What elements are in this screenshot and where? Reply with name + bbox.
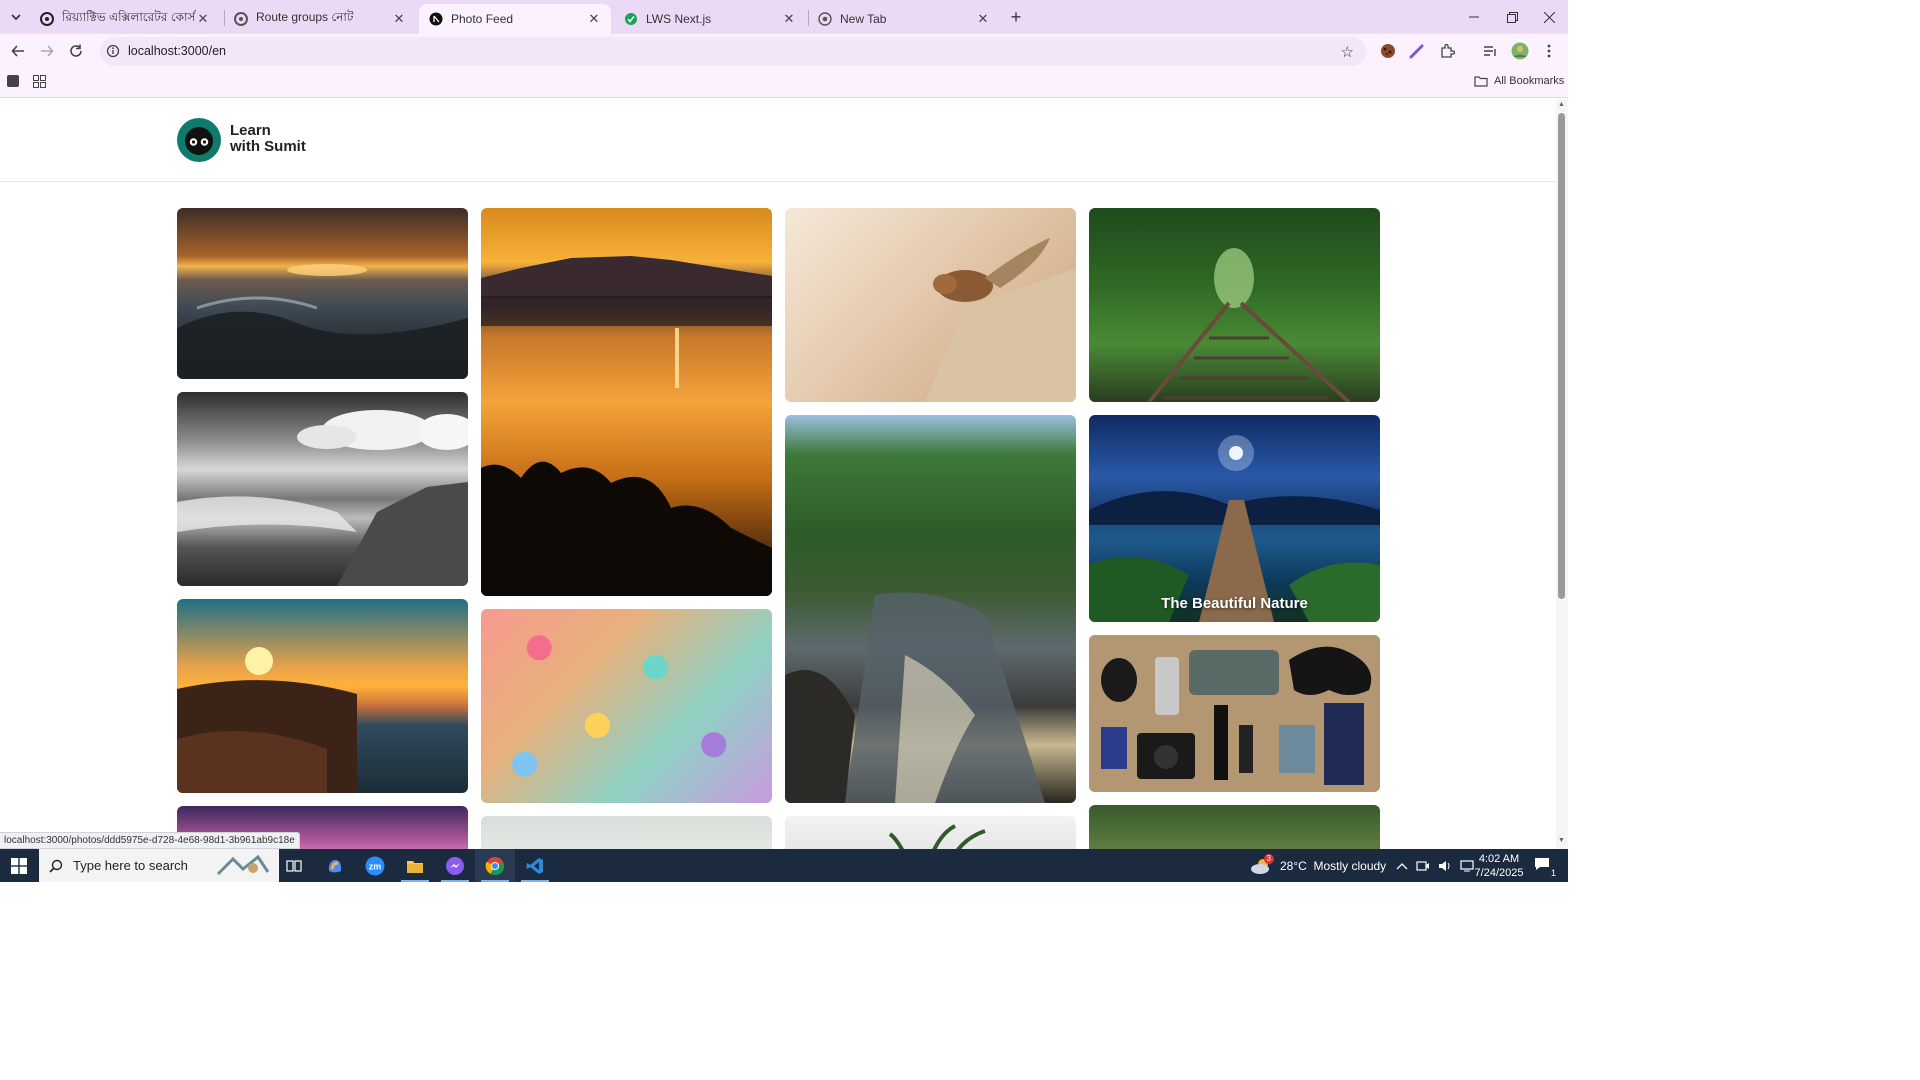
scrollbar-thumb[interactable] bbox=[1558, 113, 1565, 599]
all-bookmarks-label: All Bookmarks bbox=[1494, 75, 1565, 87]
photo-green-blur[interactable] bbox=[1089, 805, 1380, 849]
restore-icon[interactable] bbox=[1500, 6, 1524, 28]
photo-moonlit-pier[interactable]: The Beautiful Nature bbox=[1089, 415, 1380, 622]
tab-title: New Tab bbox=[840, 12, 887, 26]
tab-course[interactable]: রিয়্যাক্টিভ এক্সিলারেটর কোর্স লেসন ✕ bbox=[30, 4, 220, 34]
task-view-icon[interactable] bbox=[274, 849, 314, 882]
notifications-button[interactable]: 1 bbox=[1534, 849, 1556, 882]
clock-time: 4:02 AM bbox=[1478, 853, 1520, 865]
all-bookmarks-button[interactable]: All Bookmarks bbox=[1474, 75, 1564, 87]
lws-favicon-icon bbox=[234, 12, 248, 26]
search-highlight-illustration-icon bbox=[216, 854, 270, 875]
apps-grid-icon[interactable] bbox=[33, 75, 47, 89]
zoom-app-icon[interactable]: zm bbox=[355, 849, 395, 882]
status-url-bubble: localhost:3000/photos/ddd5975e-d728-4e68… bbox=[0, 832, 300, 849]
extensions-puzzle-icon[interactable] bbox=[1438, 42, 1456, 60]
tab-route-groups[interactable]: Route groups নোট ✕ bbox=[224, 4, 416, 34]
tab-title: Photo Feed bbox=[451, 12, 514, 26]
browser-toolbar: localhost:3000/en ☆ bbox=[0, 34, 1568, 68]
close-icon[interactable]: ✕ bbox=[392, 11, 406, 26]
photo-river-forest[interactable] bbox=[785, 415, 1076, 803]
lws-favicon-icon bbox=[40, 12, 54, 26]
taskbar-search-box[interactable]: Type here to search bbox=[39, 849, 279, 882]
weather-widget[interactable]: 3 28°C Mostly cloudy bbox=[1250, 849, 1386, 882]
page-scrollbar[interactable]: ▲ ▼ bbox=[1556, 99, 1568, 849]
close-icon[interactable]: ✕ bbox=[196, 11, 210, 26]
forward-arrow-icon[interactable] bbox=[37, 41, 57, 61]
close-window-icon[interactable] bbox=[1537, 6, 1561, 28]
photo-chipmunk[interactable] bbox=[785, 208, 1076, 402]
nextjs-favicon-icon bbox=[429, 12, 443, 26]
close-icon[interactable]: ✕ bbox=[782, 11, 796, 26]
photo-sunset-rocky-shore[interactable] bbox=[177, 208, 468, 379]
meet-now-icon[interactable] bbox=[1416, 859, 1430, 873]
bookmark-star-icon[interactable]: ☆ bbox=[1341, 43, 1354, 61]
chrome-taskbar-icon[interactable] bbox=[475, 849, 515, 882]
scroll-up-arrow-icon[interactable]: ▲ bbox=[1558, 101, 1565, 108]
scroll-down-arrow-icon[interactable]: ▼ bbox=[1558, 837, 1565, 844]
chrome-favicon-icon bbox=[818, 12, 832, 26]
folder-icon bbox=[1474, 76, 1488, 87]
minimize-icon[interactable] bbox=[1462, 6, 1486, 28]
volume-icon[interactable] bbox=[1438, 859, 1452, 873]
kebab-menu-icon[interactable] bbox=[1540, 42, 1558, 60]
new-tab-plus-icon[interactable]: + bbox=[1006, 7, 1026, 27]
photo-caption: The Beautiful Nature bbox=[1161, 595, 1308, 612]
photo-lake-sunset[interactable] bbox=[481, 208, 772, 596]
cookie-extension-icon[interactable] bbox=[1379, 42, 1397, 60]
tab-groups-icon[interactable] bbox=[7, 75, 21, 89]
tab-title: রিয়্যাক্টিভ এক্সিলারেটর কোর্স লেসন bbox=[62, 10, 196, 24]
back-arrow-icon[interactable] bbox=[8, 41, 28, 61]
clock-date: 7/24/2025 bbox=[1474, 867, 1524, 879]
tab-title: LWS Next.js bbox=[646, 12, 712, 26]
tab-photo-feed[interactable]: Photo Feed ✕ bbox=[419, 4, 611, 34]
photo-bw-seascape[interactable] bbox=[177, 392, 468, 586]
logo-line-2: with Sumit bbox=[230, 138, 306, 155]
pen-extension-icon[interactable] bbox=[1408, 42, 1426, 60]
tab-title: Route groups নোট bbox=[256, 10, 354, 24]
file-explorer-icon[interactable] bbox=[395, 849, 435, 882]
close-icon[interactable]: ✕ bbox=[976, 11, 990, 26]
photo-pale-photo[interactable] bbox=[481, 816, 772, 849]
svg-text:zm: zm bbox=[369, 861, 382, 871]
copilot-icon[interactable] bbox=[315, 849, 355, 882]
learn-with-sumit-logo-icon[interactable] bbox=[177, 118, 221, 162]
tab-search-chevron-icon[interactable] bbox=[6, 7, 26, 27]
logo-line-1: Learn bbox=[230, 122, 271, 139]
messenger-app-icon[interactable] bbox=[435, 849, 475, 882]
windows-taskbar: Type here to search zm 3 28°C Mostly clo… bbox=[0, 849, 1568, 882]
photo-forest-railway[interactable] bbox=[1089, 208, 1380, 402]
photo-confetti[interactable] bbox=[481, 609, 772, 803]
vscode-icon[interactable] bbox=[515, 849, 555, 882]
taskbar-search-placeholder: Type here to search bbox=[73, 858, 188, 873]
weather-text: 28°C Mostly cloudy bbox=[1280, 858, 1387, 873]
photo-gadgets-flatlay[interactable] bbox=[1089, 635, 1380, 792]
cloudy-weather-icon: 3 bbox=[1250, 853, 1274, 875]
close-icon[interactable]: ✕ bbox=[587, 11, 601, 26]
windows-start-icon[interactable] bbox=[0, 849, 38, 882]
taskbar-clock[interactable]: 4:02 AM 7/24/2025 bbox=[1474, 852, 1524, 880]
reload-icon[interactable] bbox=[66, 41, 86, 61]
photo-sunset-rocks-sea[interactable] bbox=[177, 599, 468, 793]
notification-count: 1 bbox=[1550, 868, 1556, 878]
photo-plant-photo[interactable] bbox=[785, 816, 1076, 849]
bookmarks-bar: All Bookmarks bbox=[0, 68, 1568, 98]
system-tray bbox=[1396, 849, 1476, 882]
tab-new-tab[interactable]: New Tab ✕ bbox=[808, 4, 1000, 34]
check-favicon-icon bbox=[624, 12, 638, 26]
chevron-up-icon[interactable] bbox=[1396, 861, 1408, 871]
url-text: localhost:3000/en bbox=[128, 44, 226, 58]
site-header: Learn with Sumit bbox=[0, 99, 1556, 182]
site-logo-text[interactable]: Learn with Sumit bbox=[230, 123, 306, 155]
search-icon bbox=[49, 859, 63, 873]
address-bar[interactable]: localhost:3000/en ☆ bbox=[100, 37, 1366, 66]
media-controls-icon[interactable] bbox=[1481, 42, 1499, 60]
profile-avatar-icon[interactable] bbox=[1511, 42, 1529, 60]
notification-center-icon: 1 bbox=[1534, 857, 1556, 878]
tab-strip: রিয়্যাক্টিভ এক্সিলারেটর কোর্স লেসন ✕ Ro… bbox=[0, 0, 1568, 34]
photo-feed-page: Learn with Sumit The Beautiful Nature bbox=[0, 99, 1556, 849]
tab-lws-nextjs[interactable]: LWS Next.js ✕ bbox=[614, 4, 806, 34]
weather-badge: 3 bbox=[1263, 853, 1274, 864]
site-info-icon[interactable] bbox=[106, 44, 120, 58]
